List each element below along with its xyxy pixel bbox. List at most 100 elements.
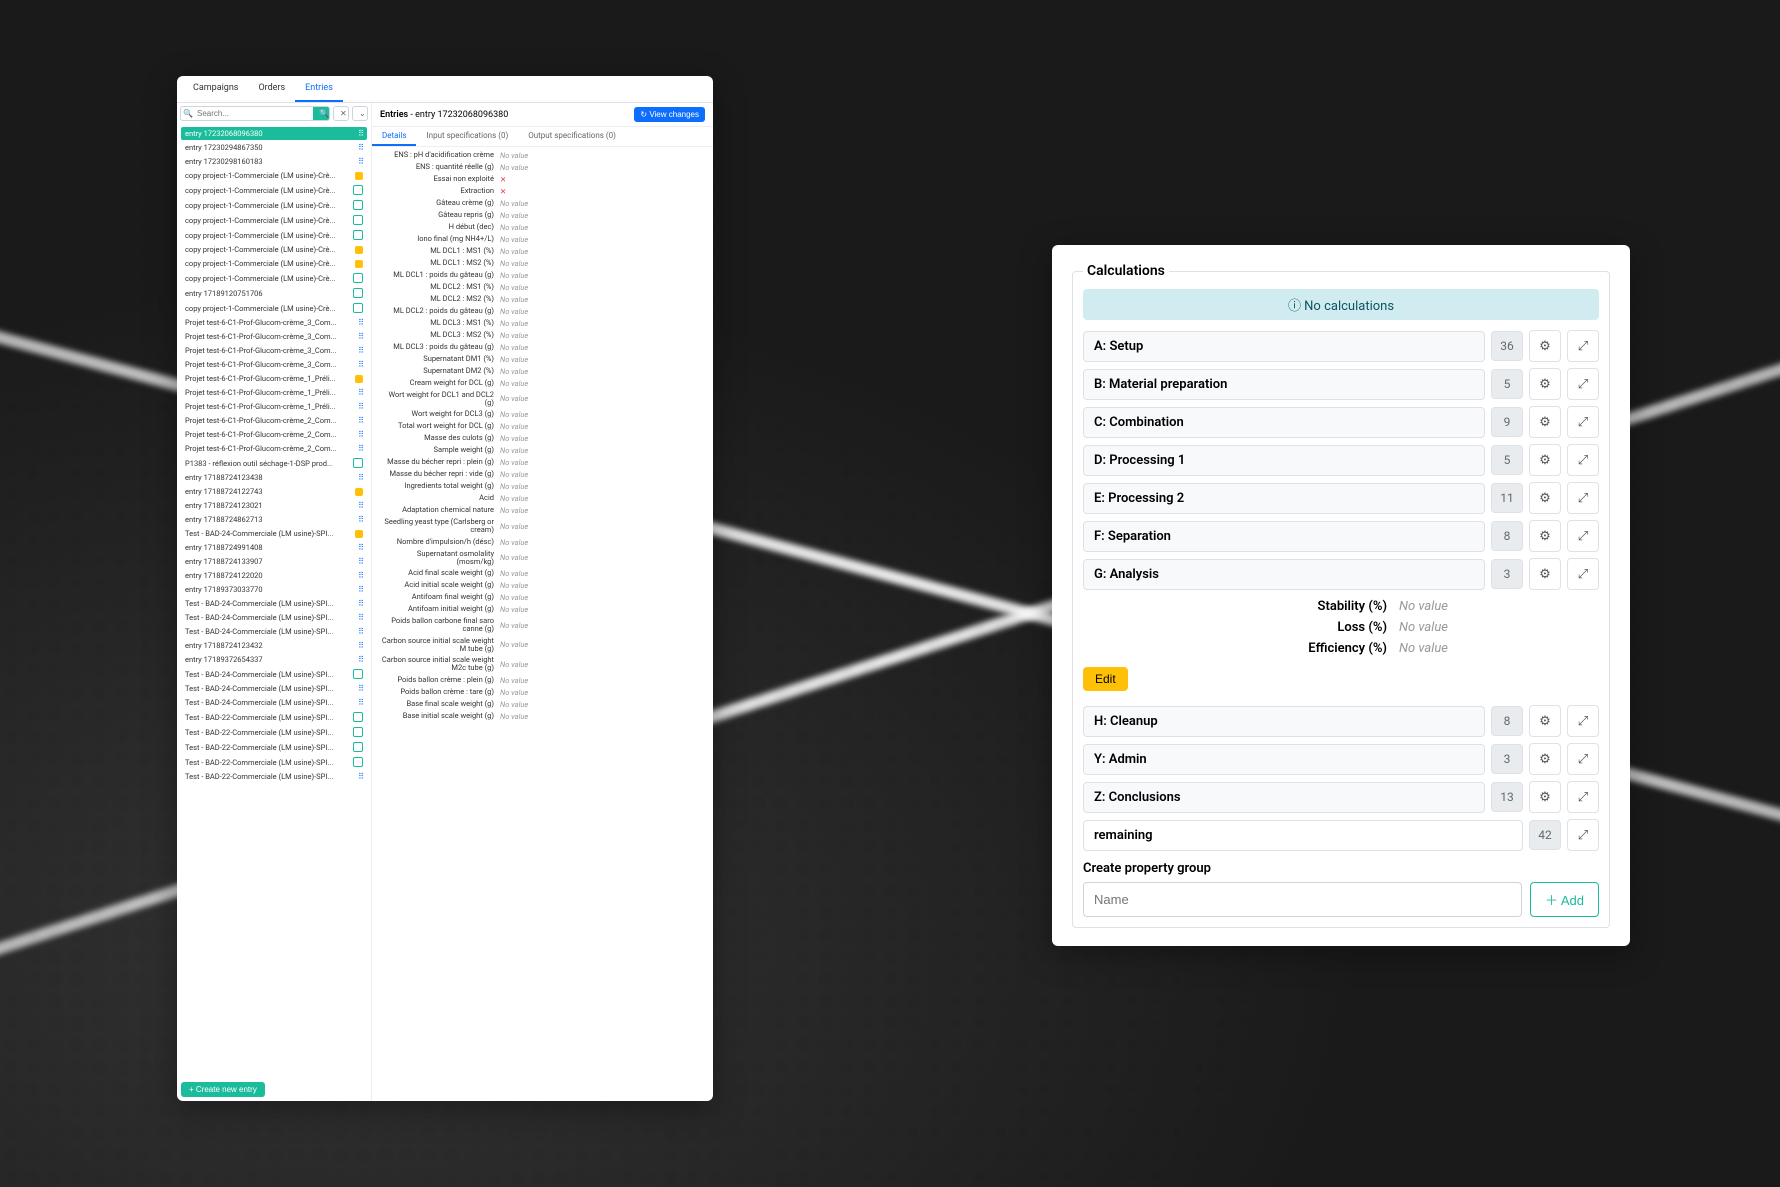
expand-icon[interactable]: ⤢	[1567, 558, 1599, 590]
expand-icon[interactable]: ⤢	[1567, 781, 1599, 813]
drag-icon: ⠿	[358, 655, 363, 664]
gear-icon[interactable]: ⚙	[1529, 330, 1561, 362]
entry-row[interactable]: Projet test-6-C1-Prof-Glucom-crème_1_Pré…	[181, 372, 367, 385]
entry-row[interactable]: entry 17189372654337⠿	[181, 653, 367, 666]
search-go-button[interactable]: 🔍	[313, 107, 329, 120]
status-badge-green	[353, 185, 363, 195]
entry-row[interactable]: Test - BAD-22-Commerciale (LM usine)-SPI…	[181, 725, 367, 739]
tab-orders[interactable]: Orders	[248, 76, 295, 102]
entry-row[interactable]: entry 17188724862713⠿	[181, 513, 367, 526]
view-changes-button[interactable]: ↻ View changes	[634, 107, 705, 122]
expand-icon[interactable]: ⤢	[1567, 368, 1599, 400]
gear-icon[interactable]: ⚙	[1529, 743, 1561, 775]
entry-row[interactable]: P1383 - réflexion outil séchage-1-DSP pr…	[181, 456, 367, 470]
expand-icon[interactable]: ⤢	[1567, 444, 1599, 476]
search-input[interactable]	[195, 107, 313, 120]
sub-tab[interactable]: Details	[372, 127, 416, 146]
group-name[interactable]: G: Analysis	[1083, 559, 1485, 590]
detail-label: Total wort weight for DCL (g)	[378, 422, 500, 430]
entry-row[interactable]: entry 17188724133907⠿	[181, 555, 367, 568]
entry-row[interactable]: Projet test-6-C1-Prof-Glucom-crème_3_Com…	[181, 344, 367, 357]
gear-icon[interactable]: ⚙	[1529, 368, 1561, 400]
expand-icon[interactable]: ⤢	[1567, 743, 1599, 775]
entry-row[interactable]: copy project-1-Commerciale (LM usine)-Cr…	[181, 301, 367, 315]
entry-row[interactable]: copy project-1-Commerciale (LM usine)-Cr…	[181, 271, 367, 285]
sub-tab[interactable]: Output specifications (0)	[518, 127, 626, 146]
gear-icon[interactable]: ⚙	[1529, 705, 1561, 737]
entry-row[interactable]: Test - BAD-24-Commerciale (LM usine)-SPI…	[181, 611, 367, 624]
group-name[interactable]: C: Combination	[1083, 407, 1485, 438]
expand-icon[interactable]: ⤢	[1567, 406, 1599, 438]
entry-row[interactable]: Projet test-6-C1-Prof-Glucom-crème_1_Pré…	[181, 400, 367, 413]
entry-row[interactable]: entry 17232068096380⠿	[181, 127, 367, 140]
entry-row[interactable]: entry 17188724123432⠿	[181, 639, 367, 652]
entry-row[interactable]: entry 17188724122743	[181, 485, 367, 498]
edit-button[interactable]: Edit	[1083, 667, 1128, 691]
expand-icon[interactable]: ⤢	[1567, 330, 1599, 362]
entry-row[interactable]: copy project-1-Commerciale (LM usine)-Cr…	[181, 243, 367, 256]
entry-row[interactable]: Test - BAD-24-Commerciale (LM usine)-SPI…	[181, 527, 367, 540]
group-name[interactable]: remaining	[1083, 820, 1523, 851]
entry-row[interactable]: Test - BAD-24-Commerciale (LM usine)-SPI…	[181, 597, 367, 610]
group-name[interactable]: H: Cleanup	[1083, 706, 1485, 737]
entry-row[interactable]: entry 17189120751706	[181, 286, 367, 300]
expand-icon[interactable]: ⤢	[1567, 819, 1599, 851]
group-name[interactable]: B: Material preparation	[1083, 369, 1485, 400]
entry-row[interactable]: entry 17188724991408⠿	[181, 541, 367, 554]
entry-row[interactable]: entry 17188724122020⠿	[181, 569, 367, 582]
entry-row[interactable]: Test - BAD-22-Commerciale (LM usine)-SPI…	[181, 755, 367, 769]
expand-icon[interactable]: ⤢	[1567, 520, 1599, 552]
entry-row[interactable]: copy project-1-Commerciale (LM usine)-Cr…	[181, 198, 367, 212]
sub-tab[interactable]: Input specifications (0)	[416, 127, 518, 146]
add-group-button[interactable]: ＋ Add	[1530, 882, 1599, 917]
entry-row[interactable]: Projet test-6-C1-Prof-Glucom-crème_3_Com…	[181, 358, 367, 371]
gear-icon[interactable]: ⚙	[1529, 444, 1561, 476]
group-name-input[interactable]	[1083, 882, 1522, 917]
entry-row[interactable]: Projet test-6-C1-Prof-Glucom-crème_2_Com…	[181, 414, 367, 427]
gear-icon[interactable]: ⚙	[1529, 482, 1561, 514]
entry-row[interactable]: Projet test-6-C1-Prof-Glucom-crème_2_Com…	[181, 428, 367, 441]
entry-row[interactable]: Projet test-6-C1-Prof-Glucom-crème_3_Com…	[181, 330, 367, 343]
gear-icon[interactable]: ⚙	[1529, 406, 1561, 438]
entry-row[interactable]: Test - BAD-22-Commerciale (LM usine)-SPI…	[181, 710, 367, 724]
group-name[interactable]: E: Processing 2	[1083, 483, 1485, 514]
entry-row[interactable]: copy project-1-Commerciale (LM usine)-Cr…	[181, 213, 367, 227]
entry-row[interactable]: Test - BAD-24-Commerciale (LM usine)-SPI…	[181, 682, 367, 695]
entry-row[interactable]: Test - BAD-24-Commerciale (LM usine)-SPI…	[181, 625, 367, 638]
entry-row[interactable]: Projet test-6-C1-Prof-Glucom-crème_2_Com…	[181, 442, 367, 455]
entry-row[interactable]: Projet test-6-C1-Prof-Glucom-crème_3_Com…	[181, 316, 367, 329]
drag-icon: ⠿	[358, 402, 363, 411]
entry-row[interactable]: entry 17189373033770⠿	[181, 583, 367, 596]
entry-row[interactable]: copy project-1-Commerciale (LM usine)-Cr…	[181, 228, 367, 242]
drag-icon: ⠿	[358, 684, 363, 693]
group-name[interactable]: A: Setup	[1083, 331, 1485, 362]
clear-button[interactable]: ✕	[333, 106, 349, 121]
expand-icon[interactable]: ⤢	[1567, 705, 1599, 737]
entry-row[interactable]: entry 17188724123021⠿	[181, 499, 367, 512]
entry-row[interactable]: copy project-1-Commerciale (LM usine)-Cr…	[181, 257, 367, 270]
group-name[interactable]: Y: Admin	[1083, 744, 1485, 775]
tab-entries[interactable]: Entries	[295, 76, 343, 102]
entry-row[interactable]: Test - BAD-24-Commerciale (LM usine)-SPI…	[181, 667, 367, 681]
entry-row[interactable]: Projet test-6-C1-Prof-Glucom-crème_1_Pré…	[181, 386, 367, 399]
gear-icon[interactable]: ⚙	[1529, 558, 1561, 590]
entry-row[interactable]: Test - BAD-22-Commerciale (LM usine)-SPI…	[181, 740, 367, 754]
entry-row[interactable]: entry 17230294867350⠿	[181, 141, 367, 154]
expand-icon[interactable]: ⤢	[1567, 482, 1599, 514]
group-name[interactable]: Z: Conclusions	[1083, 782, 1485, 813]
group-name[interactable]: F: Separation	[1083, 521, 1485, 552]
group-name[interactable]: D: Processing 1	[1083, 445, 1485, 476]
entry-row[interactable]: entry 17188724123438⠿	[181, 471, 367, 484]
group-count: 3	[1491, 559, 1523, 589]
entry-row[interactable]: copy project-1-Commerciale (LM usine)-Cr…	[181, 169, 367, 182]
entry-row[interactable]: entry 17230298160183⠿	[181, 155, 367, 168]
entry-row[interactable]: Test - BAD-24-Commerciale (LM usine)-SPI…	[181, 696, 367, 709]
entry-label: entry 17188724123438	[185, 473, 358, 482]
tab-campaigns[interactable]: Campaigns	[183, 76, 248, 102]
entry-row[interactable]: Test - BAD-22-Commerciale (LM usine)-SPI…	[181, 770, 367, 783]
dropdown-button[interactable]: ⌄	[352, 106, 368, 121]
create-entry-button[interactable]: + Create new entry	[181, 1082, 265, 1097]
gear-icon[interactable]: ⚙	[1529, 781, 1561, 813]
entry-row[interactable]: copy project-1-Commerciale (LM usine)-Cr…	[181, 183, 367, 197]
gear-icon[interactable]: ⚙	[1529, 520, 1561, 552]
